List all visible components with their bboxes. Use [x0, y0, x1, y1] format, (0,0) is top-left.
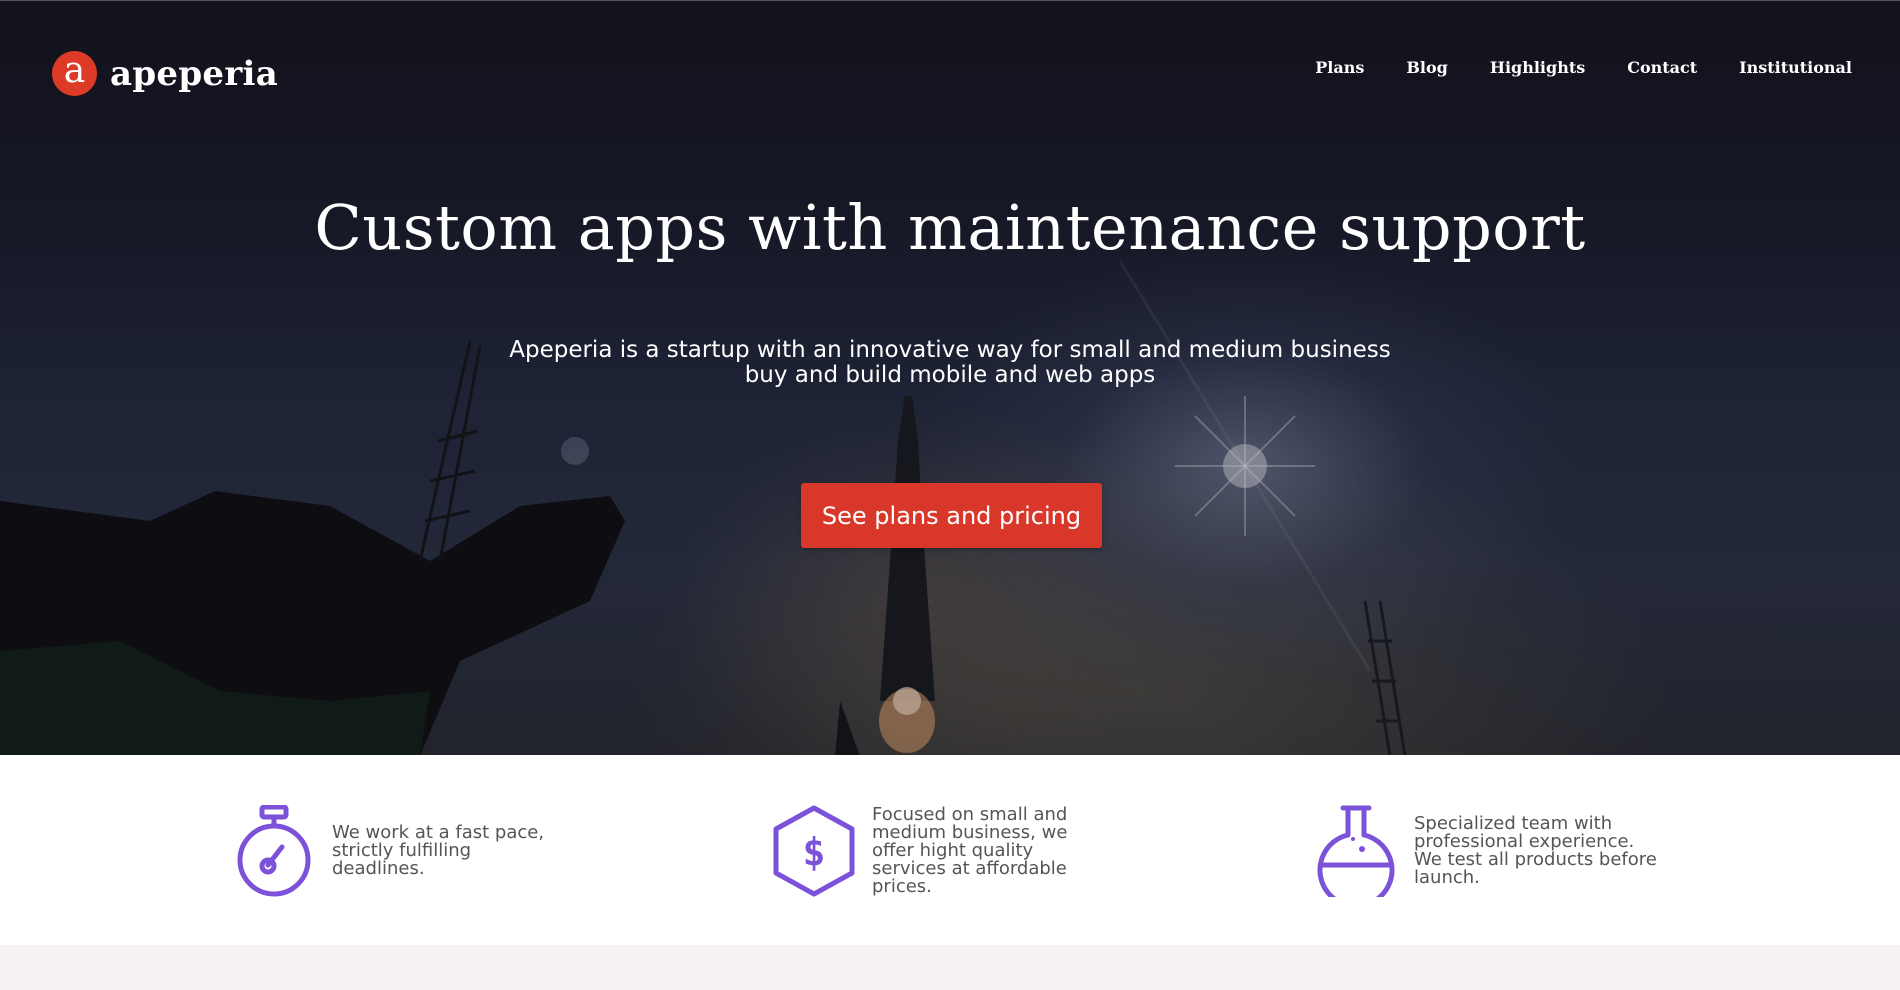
main-nav: Plans Blog Highlights Contact Institutio…: [1315, 58, 1852, 77]
stopwatch-icon: [237, 805, 311, 897]
svg-text:$: $: [803, 830, 826, 874]
features-section: We work at a fast pace, strictly fulfill…: [0, 755, 1900, 945]
feature-text: Focused on small and medium business, we…: [872, 804, 1068, 897]
see-plans-button[interactable]: See plans and pricing: [801, 483, 1102, 548]
feature-item-pricing: $ Focused on small and medium business, …: [768, 805, 1112, 897]
nav-item-institutional[interactable]: Institutional: [1739, 58, 1852, 77]
feature-text: We work at a fast pace, strictly fulfill…: [332, 822, 545, 879]
feature-item-team: Specialized team with professional exper…: [1310, 805, 1659, 897]
brand-logo[interactable]: a apeperia: [52, 51, 278, 96]
logo-icon: a: [52, 51, 97, 96]
nav-item-highlights[interactable]: Highlights: [1490, 58, 1585, 77]
hero-subtitle: Apeperia is a startup with an innovative…: [509, 337, 1391, 388]
nav-item-blog[interactable]: Blog: [1406, 58, 1447, 77]
brand-name: apeperia: [110, 53, 279, 94]
nav-item-contact[interactable]: Contact: [1627, 58, 1697, 77]
flask-icon: [1317, 805, 1395, 897]
feature-text: Specialized team with professional exper…: [1414, 813, 1657, 888]
hexagon-dollar-icon: $: [773, 805, 855, 897]
hero-section: a apeperia Plans Blog Highlights Contact…: [0, 0, 1900, 755]
nav-item-plans[interactable]: Plans: [1315, 58, 1364, 77]
hero-title: Custom apps with maintenance support: [314, 191, 1586, 264]
feature-item-fast-pace: We work at a fast pace, strictly fulfill…: [228, 805, 562, 897]
next-section-strip: [0, 945, 1900, 990]
